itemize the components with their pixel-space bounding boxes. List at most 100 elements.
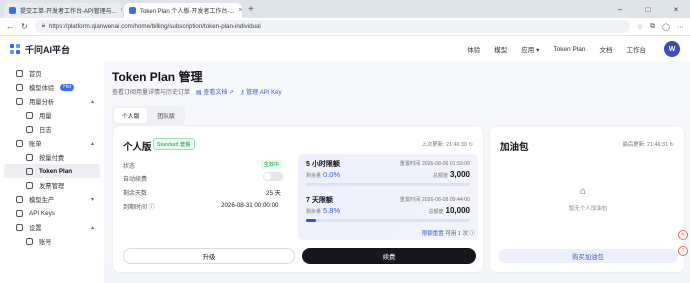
sidebar-item-logs[interactable]: 日志 (4, 122, 100, 136)
nav-item-models[interactable]: 模型 (494, 44, 507, 54)
nav-item-apps[interactable]: 应用 ▾ (521, 44, 539, 54)
nav-item-workbench[interactable]: 工作台 (627, 44, 647, 54)
sidebar-item-settings[interactable]: 设置 ▴ (4, 220, 100, 234)
sidebar-item-invoices[interactable]: 发票管理 (4, 178, 100, 192)
auto-renew-toggle[interactable] (263, 172, 283, 181)
used-label: 剩余量 (306, 209, 322, 215)
brand-logo[interactable]: 千问AI平台 (10, 43, 70, 56)
extensions-icon[interactable]: ⧉ (650, 23, 655, 31)
reset-count: 可用 1 次 ⓘ (445, 231, 475, 237)
limit-7d-title: 7 天限额 (306, 197, 333, 204)
docs-link-label: 查看文档 ↗ (203, 90, 235, 96)
tab-team[interactable]: 团队版 (149, 108, 182, 123)
renew-button[interactable]: 续费 (302, 248, 476, 264)
personal-plan-card: 个人版 Standard 套餐 上次更新: 21:46:30 ↻ 状态 生效中 … (112, 125, 484, 273)
sidebar: 首页 模型体验 Hot 用量分析 ▴ 用量 日志 账单 ▴ 按量付费 Token Pl… (0, 62, 104, 283)
sidebar-item-usage-analysis[interactable]: 用量分析 ▴ (4, 94, 100, 108)
sidebar-item-label: API Keys (29, 209, 55, 217)
maximize-icon[interactable]: □ (634, 0, 662, 18)
avatar[interactable]: W (664, 41, 680, 57)
expire-value: 2026-08-31 00:00:00 (221, 202, 279, 209)
browser-tabbar: 提交工单-开发者工作台-API管理与... × Token Plan 个人版-开… (0, 0, 690, 18)
tab-favicon-icon (9, 7, 16, 14)
toggle-knob (264, 173, 271, 180)
status-label: 状态 (123, 164, 136, 170)
upgrade-button[interactable]: 升级 (123, 248, 295, 264)
sidebar-item-label: Token Plan (39, 167, 73, 175)
minimize-icon[interactable]: – (606, 0, 634, 18)
tab-close-icon[interactable]: × (121, 7, 122, 14)
addon-empty-text: 暂无个人加油包 (568, 206, 608, 212)
url-field[interactable]: 🔒︎ https://platform.qianwenai.com/home/b… (34, 20, 630, 33)
api-key-link[interactable]: ⚷ 管理 API Key (240, 87, 281, 96)
usage-icon (26, 111, 33, 119)
last-updated[interactable]: 上次更新: 21:46:30 ↻ (421, 140, 473, 148)
limit-5h-title: 5 小时限额 (306, 161, 340, 168)
gear-icon (16, 223, 23, 231)
url-text: https://platform.qianwenai.com/home/bill… (48, 23, 261, 30)
nav-item-label: 应用 (521, 47, 535, 54)
new-tab-icon[interactable]: + (248, 4, 254, 15)
nav-item-experience[interactable]: 体验 (467, 44, 480, 54)
browser-tab-token-plan[interactable]: Token Plan 个人版-开发者工作台-... × (124, 3, 242, 18)
sidebar-item-api-keys[interactable]: API Keys (4, 206, 100, 220)
chevron-up-icon: ▴ (90, 224, 94, 231)
limit-5h-total: 总额度 3,000 (433, 170, 470, 179)
total-value: 3,000 (449, 170, 470, 179)
page-title: Token Plan 管理 (112, 70, 203, 84)
tab-personal[interactable]: 个人版 (114, 108, 148, 123)
brand-name: 千问AI平台 (25, 44, 71, 55)
support-icon[interactable]: ? (678, 246, 688, 256)
star-icon[interactable]: ☆ (637, 23, 643, 31)
hot-badge: Hot (60, 83, 74, 91)
reset-limit-link[interactable]: 限额重置 (422, 231, 444, 237)
key-icon: ⚷ (240, 90, 245, 96)
menu-icon[interactable]: ⋯ (677, 23, 684, 31)
logo-icon (10, 43, 21, 55)
lock-icon: 🔒︎ (41, 23, 45, 29)
sidebar-item-account[interactable]: 账号 (4, 234, 100, 248)
api-key-link-label: 管理 API Key (246, 90, 282, 96)
log-icon (26, 125, 33, 133)
used-value: 0.0% (323, 170, 341, 179)
user-icon (26, 237, 33, 245)
sidebar-item-home[interactable]: 首页 (4, 66, 100, 80)
payment-icon (26, 153, 33, 161)
tab-favicon-icon (129, 7, 136, 14)
days-left-value: 25 天 (266, 190, 281, 197)
buy-addon-button[interactable]: 购买加油包 (498, 249, 678, 263)
sidebar-item-label: 首页 (29, 70, 42, 78)
refresh-icon[interactable]: ↻ (21, 22, 28, 31)
limit-7d-reset: 重置时间 2026-08-08 09:44:00 (399, 197, 470, 203)
total-value: 10,000 (445, 206, 470, 215)
sidebar-item-usage[interactable]: 用量 (4, 108, 100, 122)
profile-icon[interactable]: ◯ (662, 23, 670, 31)
nav-item-token-plan[interactable]: Token Plan (553, 46, 585, 53)
tab-close-icon[interactable]: × (238, 7, 242, 14)
chart-icon (16, 97, 23, 105)
back-icon[interactable]: ← (6, 22, 14, 31)
sidebar-item-token-plan[interactable]: Token Plan (4, 164, 100, 178)
token-icon (26, 167, 33, 175)
page-subtitle: 查看订阅用量详情与历史订单 (112, 90, 191, 96)
addon-last-updated[interactable]: 最后更新: 21:46:31 ↻ (622, 140, 674, 148)
feedback-icon[interactable]: ✎ (678, 230, 688, 240)
tab-label: 提交工单-开发者工作台-API管理与... (20, 9, 117, 15)
window-close-icon[interactable]: × (662, 0, 690, 18)
nav-item-docs[interactable]: 文档 (600, 44, 613, 54)
chevron-down-icon: ▾ (90, 196, 94, 203)
docs-link[interactable]: ▤ 查看文档 ↗ (196, 87, 234, 96)
sidebar-item-label: 账单 (29, 140, 42, 148)
invoice-icon (26, 181, 33, 189)
book-icon: ▤ (196, 90, 202, 96)
top-nav: 体验 模型 应用 ▾ Token Plan 文档 工作台 W (467, 41, 680, 57)
sidebar-item-model-production[interactable]: 模型生产 ▾ (4, 192, 100, 206)
sidebar-item-pay-as-you-go[interactable]: 按量付费 (4, 150, 100, 164)
addon-pack-card: 加油包 最后更新: 21:46:31 ↻ ⌂ 暂无个人加油包 购买加油包 (489, 125, 685, 273)
sidebar-item-billing[interactable]: 账单 ▴ (4, 136, 100, 150)
browser-tab-ticket[interactable]: 提交工单-开发者工作台-API管理与... × (4, 3, 122, 18)
browser-toolbar-icons: ☆ ⧉ ◯ ⋯ (637, 23, 684, 31)
sidebar-item-model-experience[interactable]: 模型体验 Hot (4, 80, 100, 94)
app-header: 千问AI平台 体验 模型 应用 ▾ Token Plan 文档 工作台 W (0, 36, 690, 62)
total-label: 总额度 (428, 209, 444, 215)
